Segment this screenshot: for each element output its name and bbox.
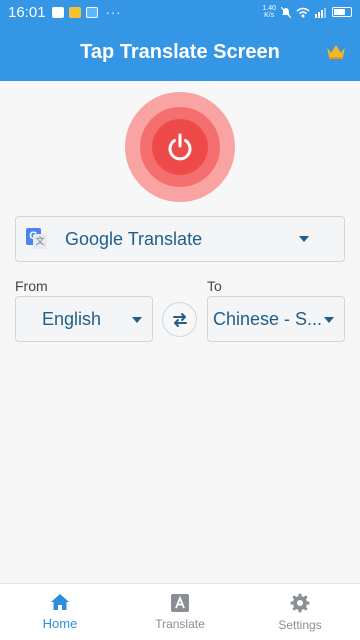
mute-icon [281, 6, 291, 18]
status-bar: 16:01 ··· 1.40 K/s [0, 0, 360, 24]
wifi-icon [296, 7, 310, 17]
google-translate-icon: G 文 [26, 228, 48, 250]
signal-icon [315, 7, 326, 18]
chevron-down-icon [132, 317, 142, 323]
image-icon [51, 6, 64, 18]
source-language-select[interactable]: English [15, 296, 153, 342]
home-icon [51, 594, 69, 610]
gear-icon [290, 593, 310, 612]
app-icon [85, 6, 98, 18]
status-time: 16:01 [8, 3, 46, 21]
nav-settings[interactable]: Settings [240, 584, 360, 640]
to-label: To [207, 278, 222, 294]
crown-icon[interactable] [326, 42, 346, 60]
power-icon [168, 133, 192, 161]
swap-languages-button[interactable] [162, 302, 197, 337]
shopping-bag-icon [68, 6, 81, 18]
power-core [152, 119, 208, 175]
engine-label: Google Translate [65, 228, 203, 249]
nav-home[interactable]: Home [0, 584, 120, 640]
battery-icon [332, 7, 352, 17]
nav-translate[interactable]: Translate [120, 584, 240, 640]
app-title: Tap Translate Screen [80, 41, 280, 63]
chevron-down-icon [324, 317, 334, 323]
translation-engine-select[interactable]: G 文 Google Translate [15, 216, 345, 262]
translate-icon [171, 593, 189, 612]
nav-translate-label: Translate [155, 616, 205, 631]
source-language-value: English [42, 308, 102, 329]
app-bar: Tap Translate Screen [0, 24, 360, 81]
target-language-select[interactable]: Chinese - S... [207, 296, 345, 342]
swap-icon [172, 312, 187, 327]
power-button[interactable] [125, 92, 235, 202]
target-language-value: Chinese - S... [213, 308, 323, 329]
chevron-down-icon [299, 236, 309, 242]
nav-settings-label: Settings [278, 617, 322, 632]
status-right: 1.40 K/s [262, 5, 352, 19]
nav-home-label: Home [42, 616, 78, 631]
from-label: From [15, 278, 48, 294]
network-speed: 1.40 K/s [262, 5, 276, 19]
more-notifications-icon: ··· [105, 4, 122, 20]
power-ring [140, 107, 220, 187]
bottom-navigation: Home Translate Settings [0, 583, 360, 640]
